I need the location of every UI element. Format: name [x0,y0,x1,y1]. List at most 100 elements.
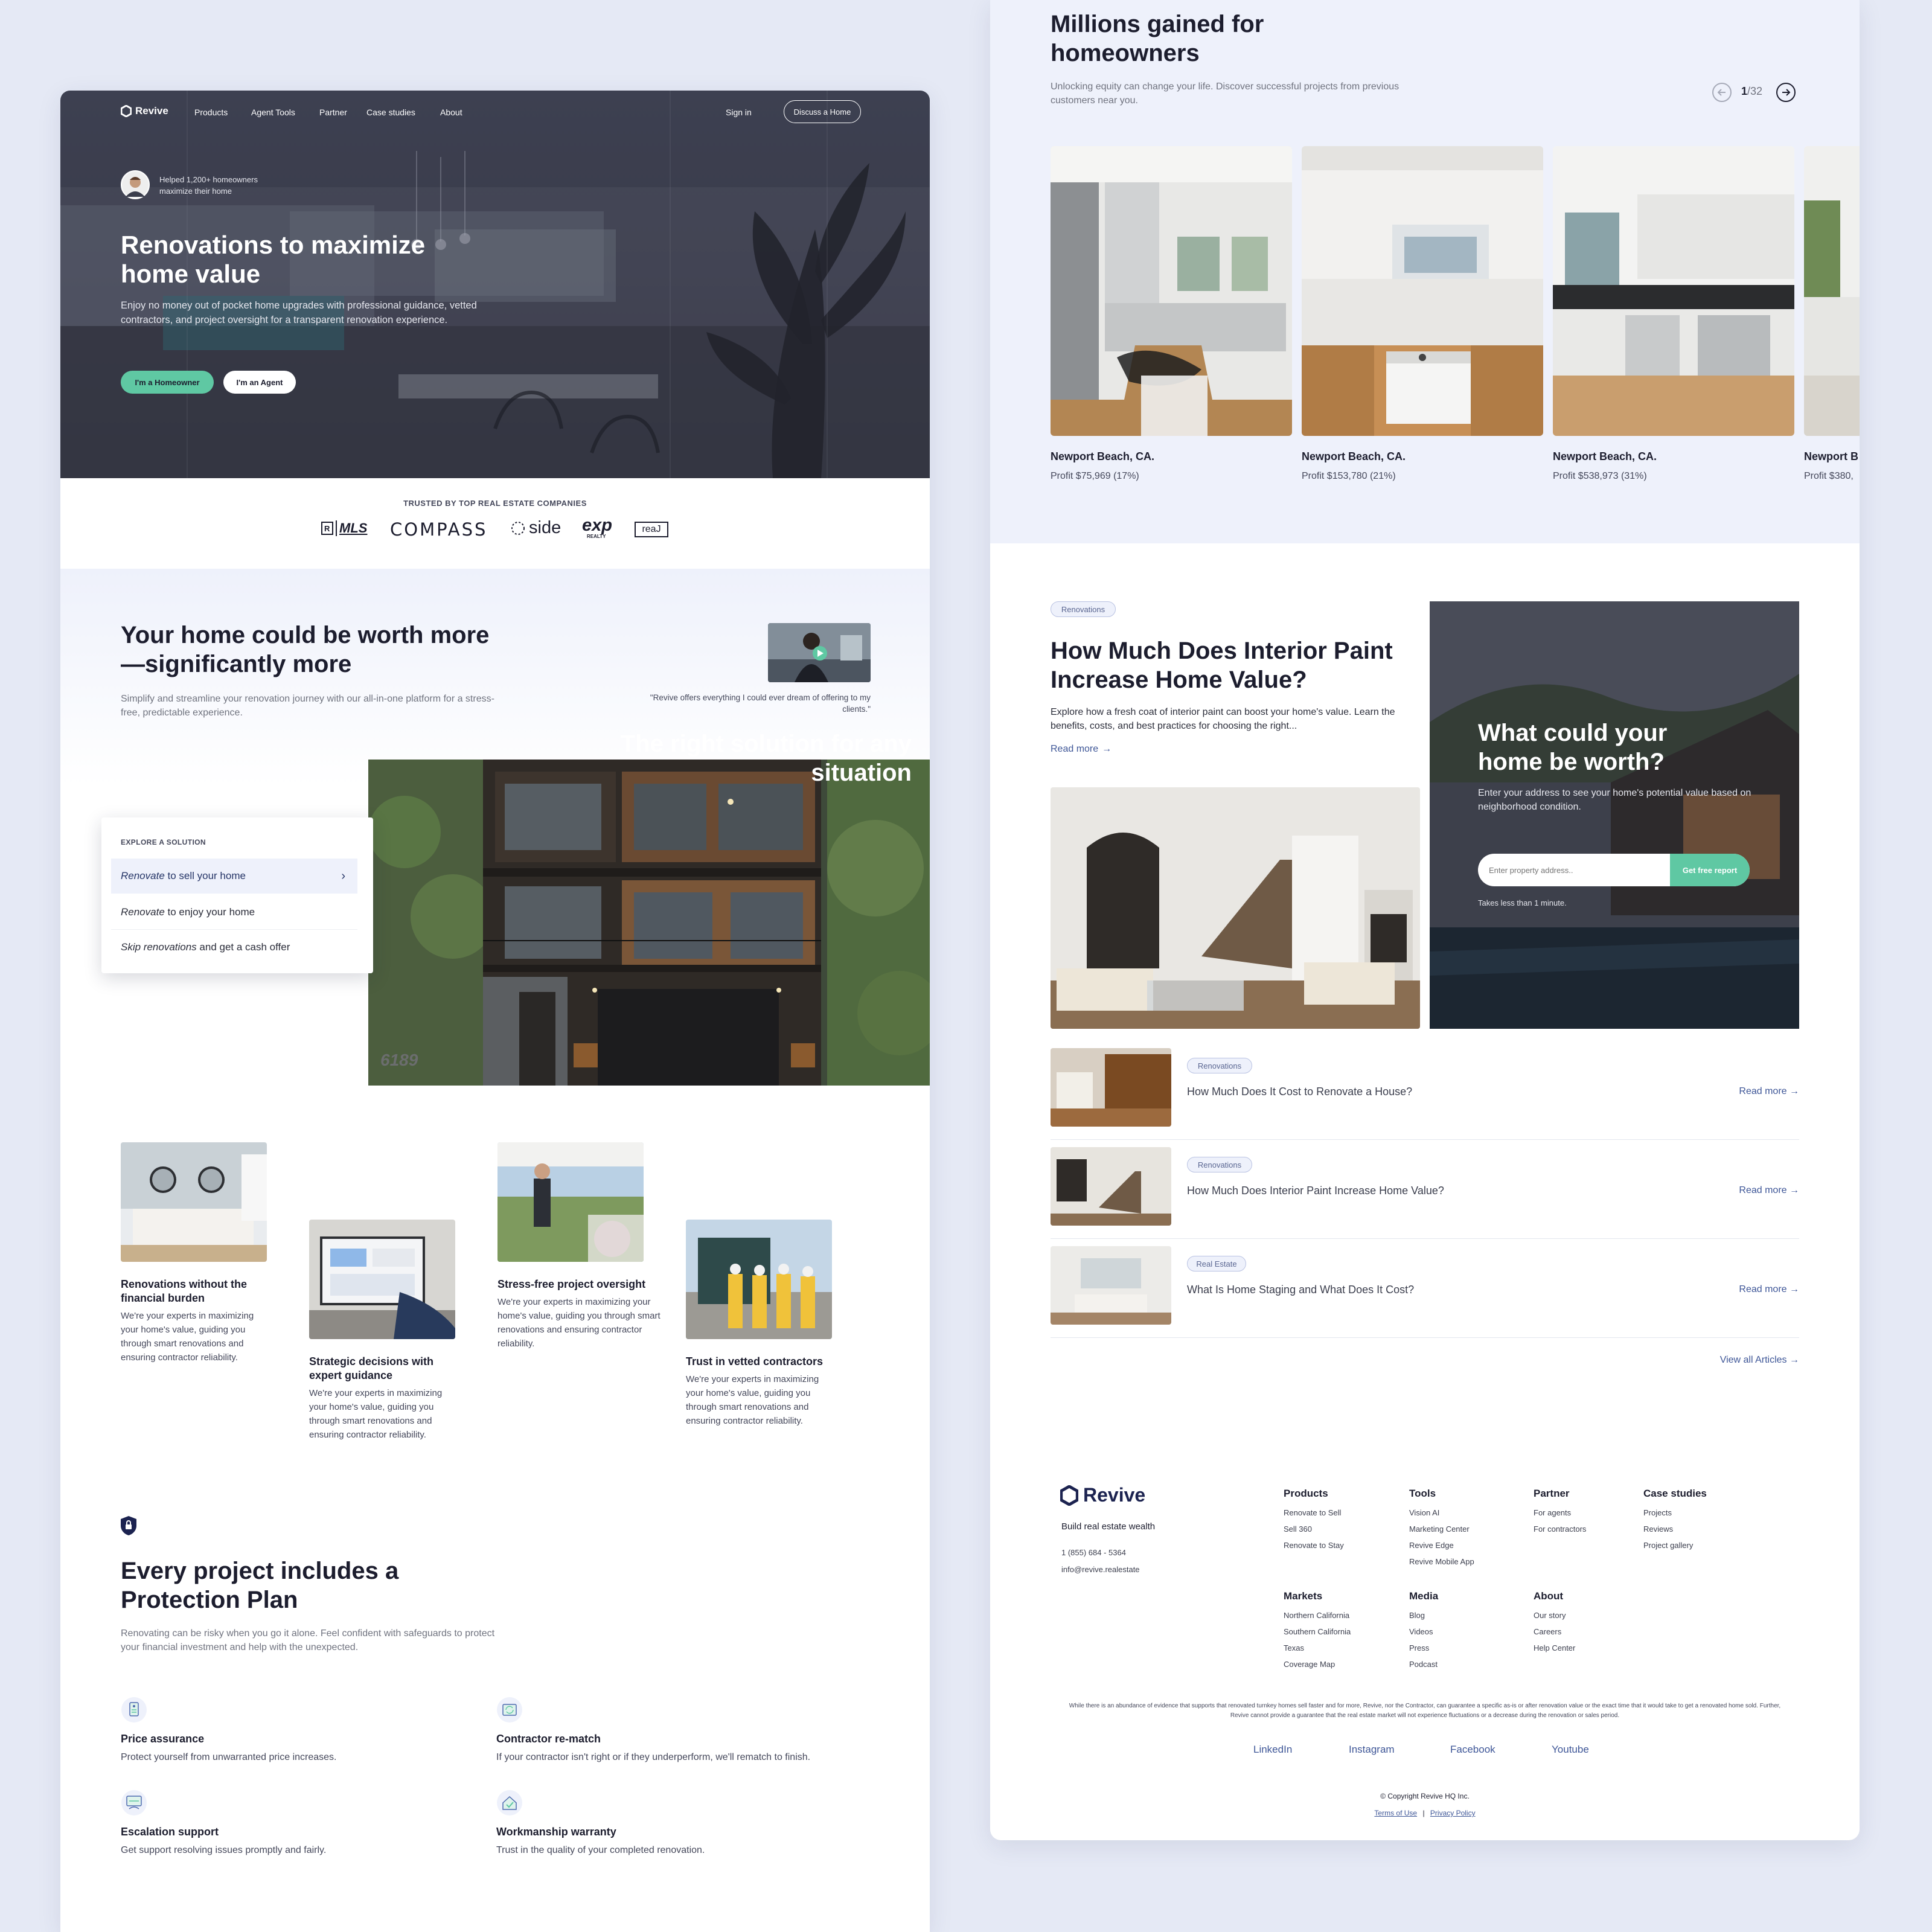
article-read-more[interactable]: Read more → [1051,744,1112,755]
article-row-tag-1[interactable]: Renovations [1187,1058,1252,1073]
footer-link[interactable]: Help Center [1534,1643,1575,1652]
footer-link[interactable]: Revive Edge [1409,1541,1474,1550]
linkedin-link[interactable]: LinkedIn [1253,1744,1292,1756]
testimonial-video-thumbnail[interactable] [768,623,871,682]
badge-line-2: maximize their home [159,187,232,196]
article-row-2[interactable]: Renovations How Much Does Interior Paint… [1051,1147,1799,1239]
article-row-title-3[interactable]: What Is Home Staging and What Does It Co… [1187,1284,1414,1296]
feature-title-2: Strategic decisions with expert guidance [309,1355,434,1381]
footer-link[interactable]: Sell 360 [1284,1524,1344,1534]
discuss-home-button[interactable]: Discuss a Home [784,100,861,123]
kitchen-image-4 [1804,146,1860,436]
feature-image-2 [309,1220,455,1339]
homeowner-button[interactable]: I'm a Homeowner [121,371,214,394]
footer-link[interactable]: Coverage Map [1284,1660,1351,1669]
footer-link[interactable]: Vision AI [1409,1508,1474,1517]
nav-case-studies[interactable]: Case studies [366,107,415,117]
nav-products[interactable]: Products [194,107,228,117]
prev-arrow-icon[interactable] [1712,83,1732,102]
article-row-title-2[interactable]: How Much Does Interior Paint Increase Ho… [1187,1185,1444,1197]
project-location-2: Newport Beach, CA. [1302,450,1406,462]
project-profit-3: Profit $538,973 (31%) [1553,471,1647,481]
article-row-1[interactable]: Renovations How Much Does It Cost to Ren… [1051,1048,1799,1140]
nav-partner[interactable]: Partner [319,107,347,117]
footer-email[interactable]: info@revive.realestate [1061,1565,1140,1574]
project-card-image-4[interactable] [1804,146,1860,436]
real-logo: reaJ [635,522,668,537]
footer-phone[interactable]: 1 (855) 684 - 5364 [1061,1548,1126,1557]
side-sun-icon [511,521,525,535]
sign-in-link[interactable]: Sign in [726,107,752,117]
article-row-title-1[interactable]: How Much Does It Cost to Renovate a Hous… [1187,1086,1412,1098]
feature-title-4: Trust in vetted contractors [686,1355,824,1367]
protection-title: Every project includes a Protection Plan [121,1558,399,1613]
view-all-articles-link[interactable]: View all Articles → [1720,1355,1799,1366]
agent-button[interactable]: I'm an Agent [223,371,296,394]
footer-link[interactable]: Podcast [1409,1660,1438,1669]
article-row-read-more-3[interactable]: Read more → [1739,1284,1799,1295]
footer-link[interactable]: Northern California [1284,1611,1351,1620]
solution-menu-card: EXPLORE A SOLUTION Renovate to sell your… [101,817,373,973]
footer-link[interactable]: For agents [1534,1508,1586,1517]
contractors-image [686,1220,832,1339]
article-thumb-2 [1051,1147,1171,1226]
legal-links: Terms of Use | Privacy Policy [990,1809,1860,1817]
footer-link[interactable]: For contractors [1534,1524,1586,1534]
article-row-3[interactable]: Real Estate What Is Home Staging and Wha… [1051,1246,1799,1338]
footer-link[interactable]: Revive Mobile App [1409,1557,1474,1566]
footer-column-media: Media Blog Videos Press Podcast [1409,1590,1439,1669]
footer-link[interactable]: Videos [1409,1627,1438,1636]
warranty-icon [497,1790,522,1815]
nav-logo[interactable]: Revive [121,105,168,117]
terms-link[interactable]: Terms of Use [1374,1809,1417,1817]
article-title[interactable]: How Much Does Interior Paint Increase Ho… [1051,636,1425,694]
footer-link[interactable]: Renovate to Stay [1284,1541,1344,1550]
next-arrow-icon[interactable] [1776,83,1796,102]
project-card-image-1[interactable] [1051,146,1292,436]
footer-logo[interactable]: Revive [1060,1484,1145,1506]
protection-text-4: Trust in the quality of your completed r… [496,1845,705,1855]
solution-item-renovate-sell[interactable]: Renovate to sell your home › [111,859,357,894]
feature-card-3: Stress-free project oversight We're your… [497,1278,661,1351]
project-location-3: Newport Beach, CA. [1553,450,1657,462]
instagram-link[interactable]: Instagram [1349,1744,1395,1756]
article-row-tag-3[interactable]: Real Estate [1187,1256,1246,1271]
home-value-note: Takes less than 1 minute. [1478,898,1567,907]
article-image[interactable] [1051,787,1420,1029]
home-value-background-image [1430,601,1799,1029]
footer-link[interactable]: Project gallery [1643,1541,1707,1550]
get-free-report-button[interactable]: Get free report [1670,854,1750,886]
project-location-1: Newport Beach, CA. [1051,450,1155,462]
footer-link[interactable]: Marketing Center [1409,1524,1474,1534]
trusted-section: TRUSTED BY TOP REAL ESTATE COMPANIES R M… [60,478,930,569]
kitchen-image-1 [1051,146,1292,436]
kitchen-image-2 [1302,146,1543,436]
article-row-tag-2[interactable]: Renovations [1187,1157,1252,1172]
nav-about[interactable]: About [440,107,462,117]
article-row-read-more-2[interactable]: Read more → [1739,1185,1799,1196]
exp-logo: exp REALTY [582,516,612,539]
footer-column-products: Products Renovate to Sell Sell 360 Renov… [1284,1488,1344,1550]
footer-link[interactable]: Press [1409,1643,1438,1652]
footer-link[interactable]: Careers [1534,1627,1575,1636]
project-card-image-3[interactable] [1553,146,1794,436]
article-tag[interactable]: Renovations [1051,601,1116,617]
nav-agent-tools[interactable]: Agent Tools [251,107,295,117]
footer-link[interactable]: Projects [1643,1508,1707,1517]
solution-item-renovate-enjoy[interactable]: Renovate to enjoy your home [111,895,357,930]
footer-link[interactable]: Our story [1534,1611,1575,1620]
youtube-link[interactable]: Youtube [1552,1744,1589,1756]
footer-link[interactable]: Texas [1284,1643,1351,1652]
facebook-link[interactable]: Facebook [1450,1744,1495,1756]
privacy-link[interactable]: Privacy Policy [1430,1809,1476,1817]
footer-link[interactable]: Blog [1409,1611,1438,1620]
footer-link[interactable]: Reviews [1643,1524,1707,1534]
address-input[interactable] [1478,854,1671,886]
article-row-read-more-1[interactable]: Read more → [1739,1086,1799,1097]
footer-link[interactable]: Southern California [1284,1627,1351,1636]
footer-link[interactable]: Renovate to Sell [1284,1508,1344,1517]
social-proof-badge: Helped 1,200+ homeowners maximize their … [159,174,258,197]
solution-item-cash-offer[interactable]: Skip renovations and get a cash offer [111,930,357,965]
logo-text: Revive [135,105,168,117]
project-card-image-2[interactable] [1302,146,1543,436]
